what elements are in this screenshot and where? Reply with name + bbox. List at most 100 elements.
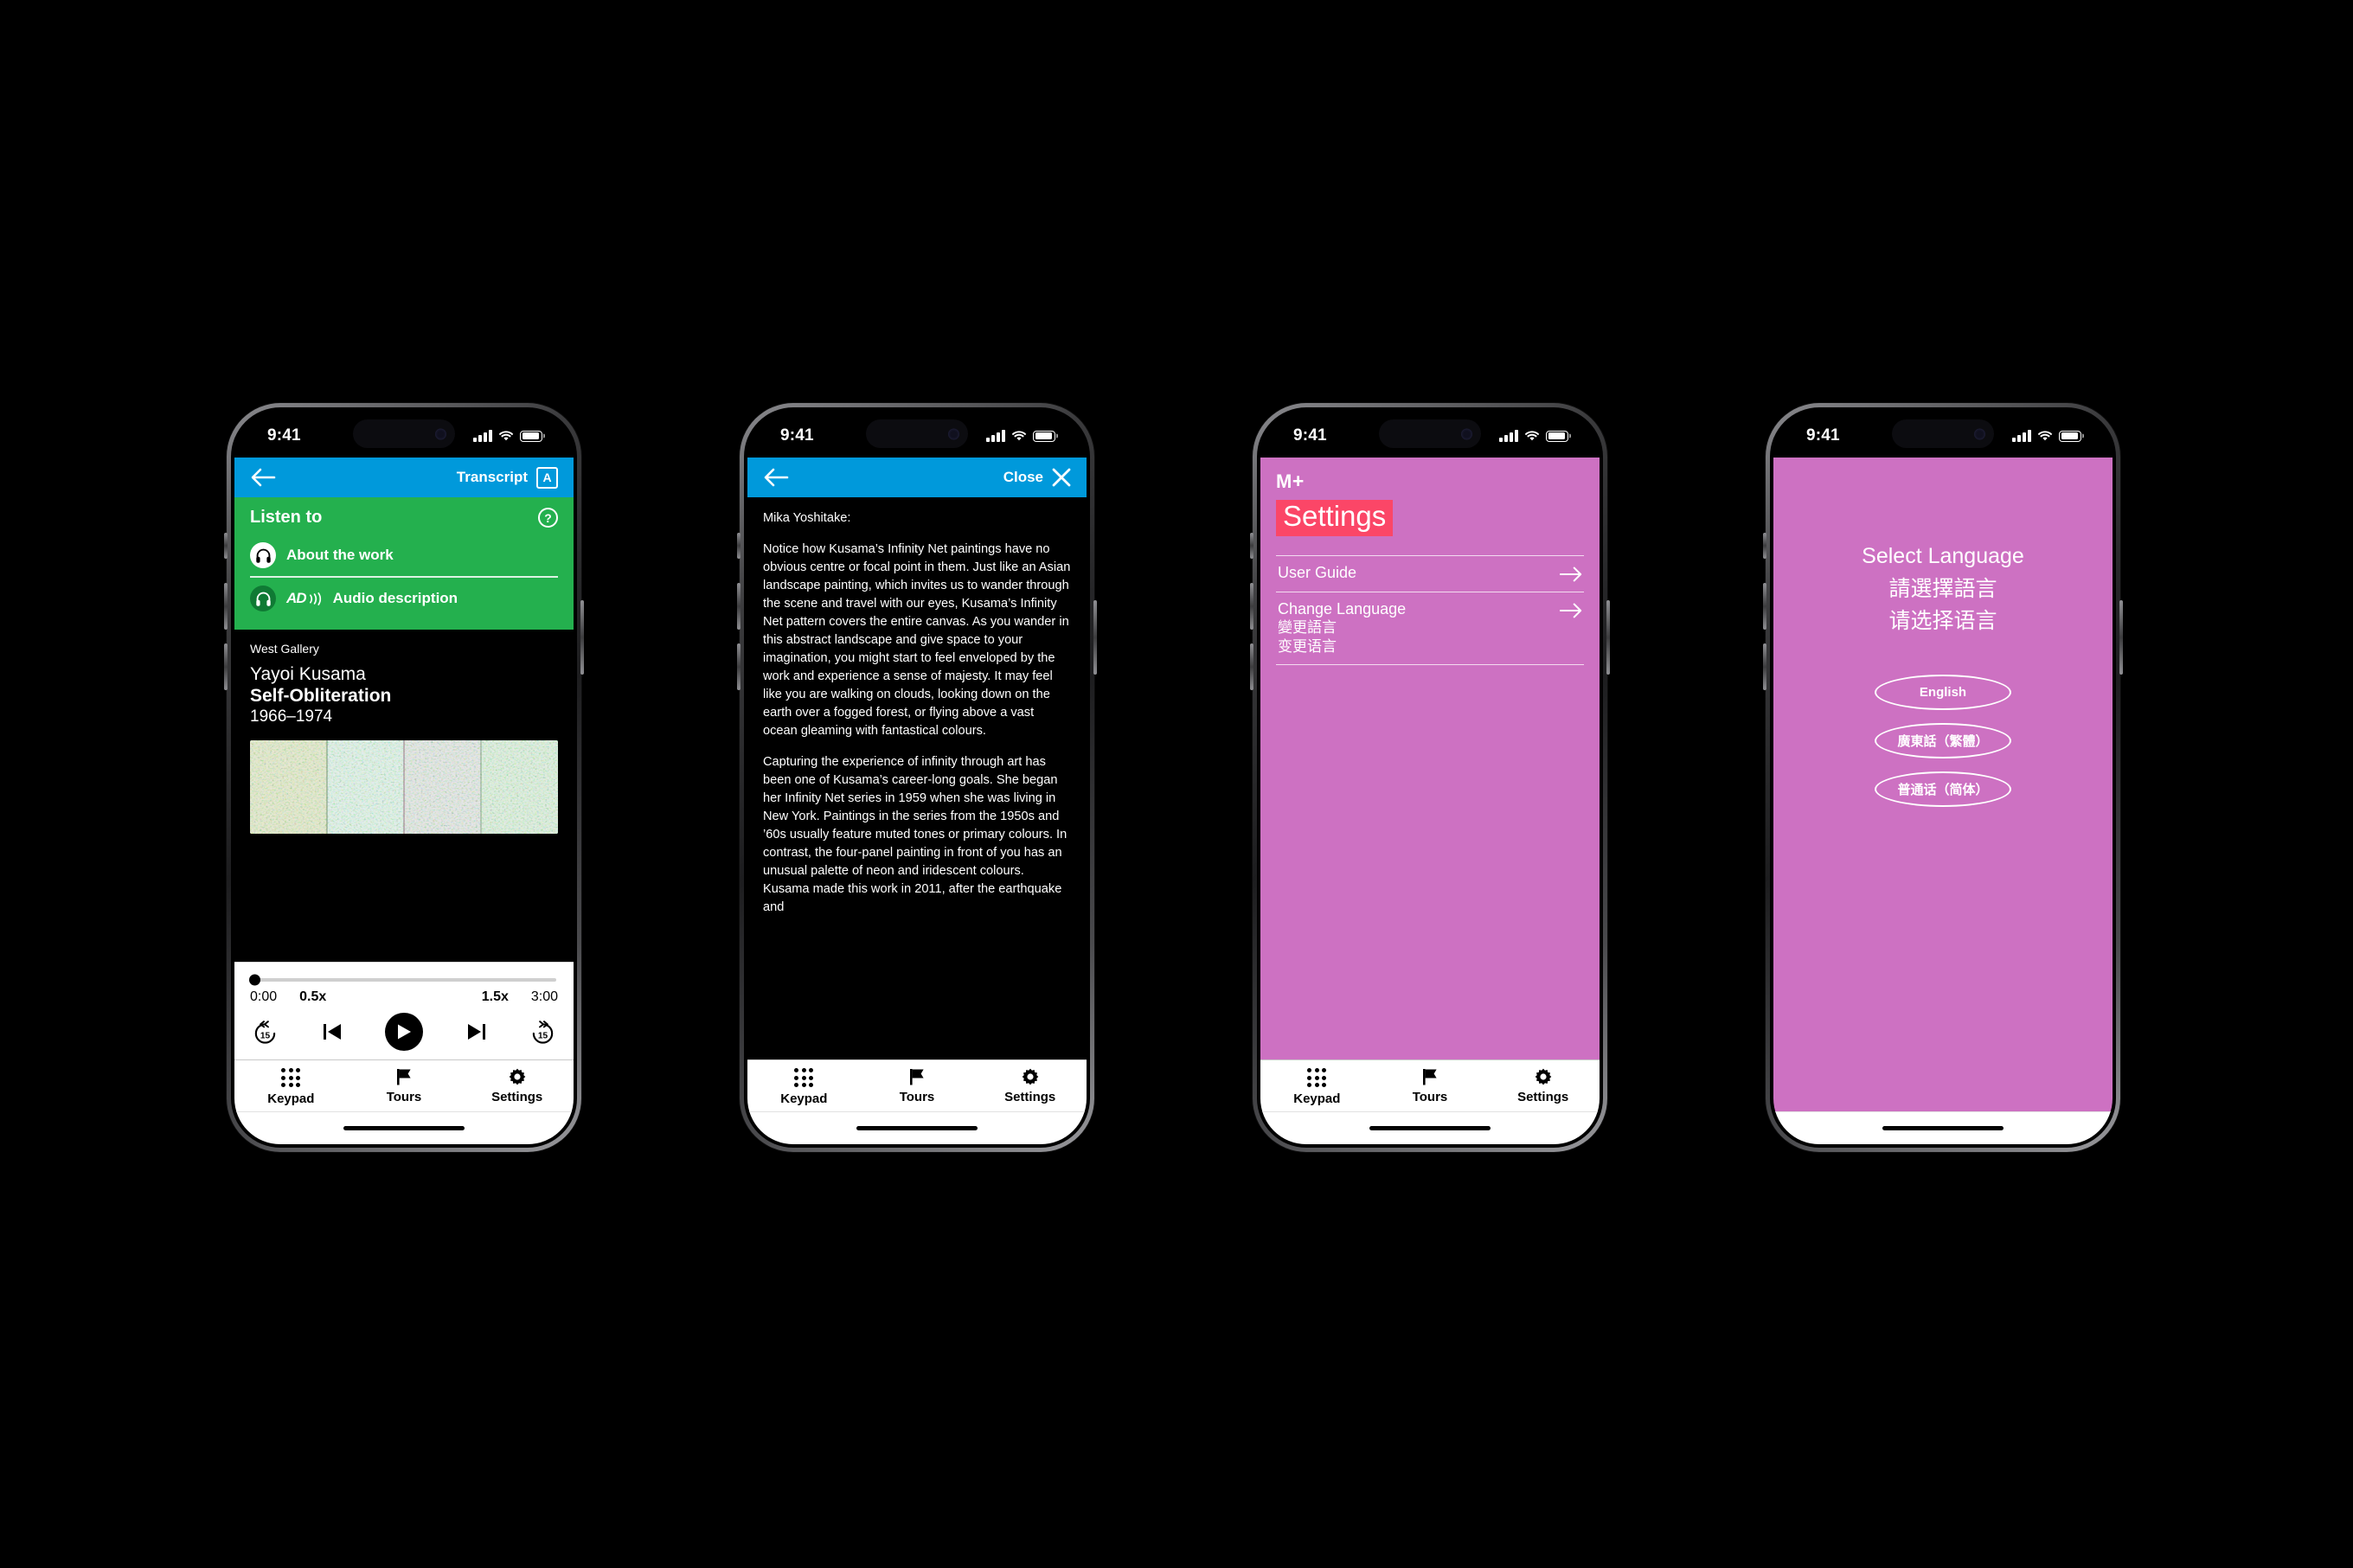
status-time: 9:41 [1806,426,1840,445]
home-indicator[interactable] [856,1126,978,1130]
wifi-icon [1524,431,1540,441]
progress-slider[interactable] [249,974,556,986]
back-arrow-icon [764,468,789,487]
navbar-transcript: Close [747,458,1087,497]
phone-mockup-settings: 9:41 M + Settings User Guide Change Lang… [1250,403,1610,1152]
player-controls: 15 15 [250,1013,558,1051]
front-camera-icon [1461,428,1472,439]
volume-down-button[interactable] [1250,643,1253,690]
status-bar: 9:41 [1773,411,2113,458]
cellular-bars-icon [2012,430,2031,442]
phone-mockup-language: 9:41 Select Language 請選擇語言 请选择语言 English… [1763,403,2123,1152]
dynamic-island [353,419,455,448]
home-indicator[interactable] [1369,1126,1491,1130]
listen-row-about-the-work[interactable]: About the work [250,536,558,574]
transcript-button[interactable]: Transcript [457,469,528,486]
play-button[interactable] [385,1013,423,1051]
tab-tours[interactable]: Tours [348,1068,461,1106]
current-time: 0:00 [250,989,278,1004]
audio-player: 0:00 0.5x 1.5x 3:00 15 15 [234,962,574,1059]
question-mark-icon[interactable]: ? [538,508,558,528]
speed-fast-button[interactable]: 1.5x [482,989,509,1005]
cellular-bars-icon [986,430,1005,442]
volume-up-button[interactable] [224,583,228,630]
mplus-logo-plus: + [1292,470,1304,492]
infinity-net-painting-image [250,740,558,835]
forward-15-icon[interactable]: 15 [529,1019,556,1046]
home-indicator-area [1260,1111,1600,1144]
volume-up-button[interactable] [1763,583,1766,630]
tab-label: Keypad [780,1091,828,1106]
tab-tours[interactable]: Tours [1374,1068,1487,1106]
front-camera-icon [1974,428,1985,439]
battery-icon [520,430,542,442]
back-button[interactable] [763,466,792,489]
tab-keypad[interactable]: Keypad [747,1068,861,1106]
tab-settings[interactable]: Settings [973,1068,1087,1106]
volume-down-button[interactable] [737,643,741,690]
transcript-body[interactable]: Mika Yoshitake: Notice how Kusama’s Infi… [747,497,1087,1059]
player-time-row: 0:00 0.5x 1.5x 3:00 [250,989,558,1005]
home-indicator-area [234,1111,574,1144]
screenshot-canvas: 9:41 Transcript A Listen to ? About the … [0,0,2353,1568]
headphones-icon [250,542,276,568]
power-button[interactable] [1093,600,1097,675]
flag-icon [1422,1069,1437,1085]
status-bar: 9:41 [234,411,574,458]
silence-switch[interactable] [224,533,228,559]
language-option-mandarin-simplified[interactable]: 普通话（简体） [1875,771,2011,807]
tab-settings[interactable]: Settings [1486,1068,1600,1106]
tab-settings[interactable]: Settings [460,1068,574,1106]
tab-label: Tours [899,1090,935,1104]
home-indicator[interactable] [343,1126,465,1130]
tab-bar: Keypad Tours Settings [747,1059,1087,1111]
tab-label: Settings [1517,1090,1569,1104]
navbar-player: Transcript A [234,458,574,497]
page-title: Settings [1276,500,1394,536]
status-time: 9:41 [1293,426,1327,445]
skip-next-icon[interactable] [465,1021,488,1043]
arrow-right-icon [1560,566,1582,582]
close-button-label[interactable]: Close [1003,469,1043,486]
speed-slow-button[interactable]: 0.5x [299,989,326,1005]
cellular-bars-icon [1499,430,1518,442]
tab-keypad[interactable]: Keypad [234,1068,348,1106]
settings-row-change-language[interactable]: Change Language 變更語言 变更语言 [1276,592,1584,666]
volume-down-button[interactable] [224,643,228,690]
volume-up-button[interactable] [1250,583,1253,630]
tab-keypad[interactable]: Keypad [1260,1068,1374,1106]
power-button[interactable] [2119,600,2123,675]
power-button[interactable] [580,600,584,675]
status-time: 9:41 [780,426,814,445]
power-button[interactable] [1606,600,1610,675]
settings-row-user-guide[interactable]: User Guide [1276,556,1584,592]
tab-tours[interactable]: Tours [861,1068,974,1106]
silence-switch[interactable] [737,533,741,559]
listen-row-audio-description[interactable]: AD Audio description [250,579,558,618]
flag-icon [909,1069,924,1085]
silence-switch[interactable] [1763,533,1766,559]
progress-knob[interactable] [249,974,260,986]
select-language-heading-en: Select Language [1862,544,2024,568]
volume-down-button[interactable] [1763,643,1766,690]
audio-badge-icon[interactable]: A [536,466,558,489]
language-option-cantonese-traditional[interactable]: 廣東話（繁體） [1875,722,2011,758]
language-option-english[interactable]: English [1875,674,2011,710]
artwork-thumbnail[interactable] [250,740,558,835]
settings-row-label-traditional: 變更語言 [1278,619,1337,637]
arrow-right-icon [1560,603,1582,618]
gear-icon [509,1068,526,1085]
close-x-icon[interactable] [1052,468,1071,487]
volume-up-button[interactable] [737,583,741,630]
back-button[interactable] [250,466,279,489]
flag-icon [396,1069,411,1085]
silence-switch[interactable] [1250,533,1253,559]
battery-icon [2059,430,2081,442]
battery-icon [1546,430,1568,442]
tab-label: Tours [386,1090,422,1104]
rewind-15-icon[interactable]: 15 [252,1019,279,1046]
headphones-ad-icon [250,586,276,611]
skip-previous-icon[interactable] [321,1021,343,1043]
tab-label: Settings [1004,1090,1056,1104]
home-indicator[interactable] [1882,1126,2004,1130]
